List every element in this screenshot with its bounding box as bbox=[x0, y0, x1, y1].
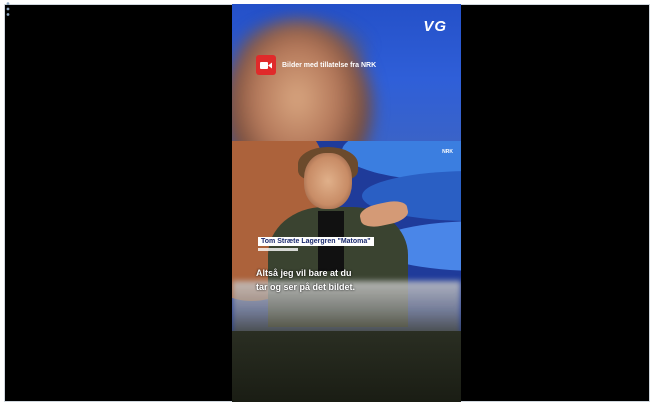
dark-bottom-area bbox=[232, 331, 461, 402]
subtitle: Altså jeg vil bare at du tar og ser på d… bbox=[256, 266, 355, 294]
credit-text: Bilder med tillatelse fra NRK bbox=[282, 61, 377, 69]
video-player[interactable]: VG Bilder med tillatelse fra NRK NRK Tom… bbox=[232, 4, 461, 402]
credit-badge: Bilder med tillatelse fra NRK bbox=[256, 55, 376, 75]
subtitle-line-1: Altså jeg vil bare at du bbox=[256, 268, 352, 278]
subtitle-line-2: tar og ser på det bildet. bbox=[256, 282, 356, 292]
top-portrait-panel: VG Bilder med tillatelse fra NRK bbox=[232, 4, 461, 141]
video-camera-icon bbox=[256, 55, 276, 75]
corner-mark-icon: ︙ bbox=[0, 2, 17, 19]
name-tag-underline bbox=[258, 248, 298, 251]
nrk-corner-logo: NRK bbox=[442, 149, 453, 155]
name-tag: Tom Stræte Lagergren "Matoma" bbox=[258, 237, 374, 246]
vg-logo: VG bbox=[423, 18, 447, 35]
presenter-head bbox=[304, 153, 352, 209]
studio-panel: NRK Tom Stræte Lagergren "Matoma" Altså … bbox=[232, 141, 461, 402]
